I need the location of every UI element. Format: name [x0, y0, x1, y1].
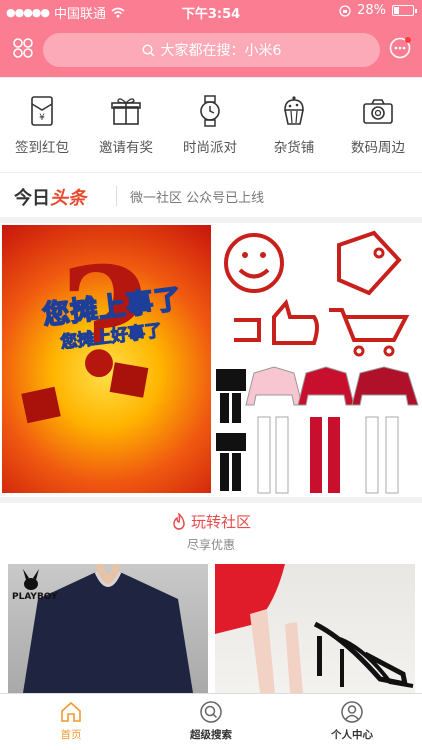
- menu-item-digital[interactable]: 数码周边: [336, 94, 420, 156]
- menu-item-checkin[interactable]: ¥ 签到红包: [0, 94, 84, 156]
- heels-graphic: [215, 564, 414, 693]
- promo-banner: ? 您摊上事了 您摊上好事了: [0, 223, 422, 497]
- tab-profile[interactable]: 个人中心: [302, 700, 402, 742]
- product-card-heels[interactable]: [215, 564, 415, 693]
- cupcake-icon: [284, 96, 304, 125]
- menu-label: 数码周边: [351, 140, 405, 156]
- smile-tag-cart-graphic: [224, 230, 410, 357]
- menu-item-invite[interactable]: 邀请有奖: [84, 94, 168, 156]
- svg-text:¥: ¥: [39, 113, 45, 123]
- menu-item-fashion[interactable]: 时尚派对: [168, 94, 252, 156]
- headline-bar[interactable]: 今日头条 微一社区 公众号已上线: [0, 172, 422, 217]
- tab-super-search[interactable]: 超级搜索: [161, 700, 261, 742]
- divider: [116, 186, 117, 206]
- tab-label: 超级搜索: [190, 729, 232, 741]
- message-icon[interactable]: [388, 36, 412, 60]
- top-nav: 大家都在搜：小米6: [0, 22, 422, 77]
- category-menu: ¥ 签到红包 邀请有奖 时尚派对 杂货铺 数码周边: [0, 77, 422, 172]
- watch-icon: [200, 95, 220, 127]
- flame-icon: [173, 512, 185, 530]
- banner-main-image[interactable]: ? 您摊上事了 您摊上好事了: [2, 225, 211, 493]
- banner-icons-image[interactable]: [214, 225, 420, 363]
- community-section: 玩转社区 尽享优惠 PLAYBOY: [0, 503, 422, 693]
- headline-logo: 今日头条: [14, 188, 86, 209]
- headline-text: 微一社区 公众号已上线: [130, 191, 265, 206]
- menu-label: 签到红包: [15, 140, 69, 156]
- cube-graphic: [109, 362, 149, 398]
- community-title[interactable]: 玩转社区: [0, 511, 422, 532]
- rotation-lock-icon: [339, 4, 351, 17]
- menu-label: 时尚派对: [183, 140, 237, 156]
- battery-icon: [392, 5, 417, 16]
- banner-apparel-image[interactable]: [214, 365, 420, 495]
- battery-percent: 28%: [357, 3, 386, 18]
- red-envelope-icon: ¥: [31, 96, 53, 126]
- tab-bar: 首页 超级搜索 个人中心: [0, 693, 422, 750]
- home-icon: [61, 701, 81, 722]
- gift-icon: [111, 98, 141, 125]
- playboy-bunny-logo: [23, 569, 39, 590]
- search-icon: [142, 43, 155, 56]
- user-icon: [341, 701, 363, 723]
- tab-home[interactable]: 首页: [21, 700, 121, 742]
- menu-label: 邀请有奖: [99, 140, 153, 156]
- product-card-tshirt[interactable]: PLAYBOY: [8, 564, 208, 693]
- cube-graphic: [21, 386, 61, 424]
- search-placeholder: 大家都在搜：小米6: [160, 43, 282, 59]
- status-bar: ●●●●● 中国联通 下午3:54 28%: [0, 0, 422, 22]
- search-bar[interactable]: 大家都在搜：小米6: [43, 33, 380, 67]
- tracksuits-graphic: [216, 366, 419, 494]
- search-icon: [200, 701, 222, 723]
- tab-label: 首页: [60, 729, 82, 741]
- community-subtitle: 尽享优惠: [186, 538, 235, 552]
- brand-label: PLAYBOY: [12, 592, 58, 602]
- grid-menu-icon[interactable]: [12, 37, 34, 59]
- menu-item-grocery[interactable]: 杂货铺: [252, 94, 336, 156]
- menu-label: 杂货铺: [273, 140, 315, 156]
- tab-label: 个人中心: [331, 729, 373, 741]
- camera-icon: [363, 99, 393, 124]
